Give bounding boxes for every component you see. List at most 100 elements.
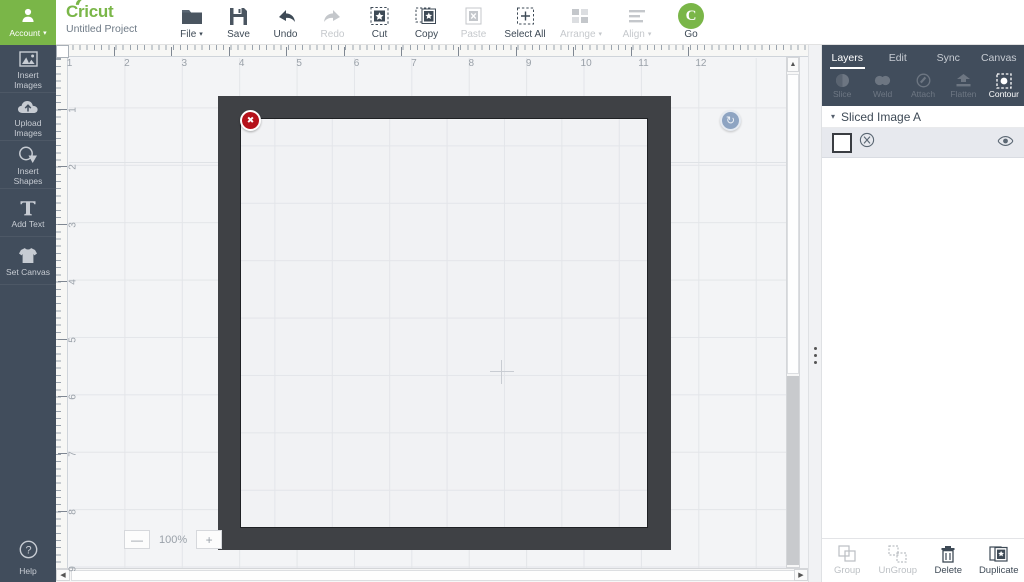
ruler-tick xyxy=(58,338,67,340)
folder-icon xyxy=(181,4,203,28)
ruler-tick xyxy=(458,47,460,56)
layers-list-body xyxy=(822,158,1024,540)
sidebar-item-set-canvas[interactable]: Set Canvas xyxy=(0,237,56,285)
panel-splitter[interactable] xyxy=(808,45,822,582)
rotate-handle[interactable]: ↻ xyxy=(720,110,741,131)
toolbar-buttons: File ▾ Save Undo Redo Cut Copy Paste Sel… xyxy=(168,0,717,44)
zoom-in-button[interactable]: + xyxy=(196,530,223,549)
ruler-tick xyxy=(58,281,67,283)
sidebar-item-insert-images[interactable]: Insert Images xyxy=(0,45,56,93)
copy-icon xyxy=(415,4,438,28)
ruler-tick xyxy=(228,47,230,56)
ruler-tick xyxy=(113,47,115,56)
layer-operations: Slice Weld Attach Flatten Contour xyxy=(822,71,1024,106)
redo-label: Redo xyxy=(320,29,345,40)
ruler-tick xyxy=(58,166,67,168)
duplicate-button[interactable]: Duplicate xyxy=(974,543,1024,576)
help-label: Help xyxy=(19,566,37,576)
trash-icon xyxy=(940,543,956,564)
brand-block: Cricut Untitled Project xyxy=(56,0,168,44)
ungroup-icon xyxy=(888,543,907,564)
ruler-label-v: 9 xyxy=(67,566,79,572)
tshirt-icon xyxy=(18,246,38,266)
scroll-right-arrow[interactable]: ▶ xyxy=(794,569,808,581)
vertical-ruler[interactable] xyxy=(56,57,68,582)
right-panel-tabs: Layers Edit Sync Canvas xyxy=(822,45,1024,71)
canvas-area: ✖ ↻ — 100% + ▲ ▼ ◀ ▶ 1234 xyxy=(56,45,849,582)
vertical-scroll-track[interactable] xyxy=(787,376,799,565)
select-all-label: Select All xyxy=(504,29,546,40)
arrange-label: Arrange ▾ xyxy=(559,29,603,40)
go-button[interactable]: C Go xyxy=(665,3,717,40)
layer-color-swatch[interactable] xyxy=(832,132,852,153)
delete-label: Delete xyxy=(934,565,962,576)
tab-canvas[interactable]: Canvas xyxy=(974,45,1024,71)
sidebar-item-help[interactable]: ? Help xyxy=(0,534,56,582)
tab-layers[interactable]: Layers xyxy=(822,45,873,71)
save-button[interactable]: Save xyxy=(215,4,262,40)
zoom-out-button[interactable]: — xyxy=(124,530,150,549)
ruler-label-h: 5 xyxy=(296,58,302,69)
ruler-label-h: 9 xyxy=(525,58,532,69)
copy-button[interactable]: Copy xyxy=(403,4,450,40)
copy-label: Copy xyxy=(414,29,439,40)
vertical-scroll-thumb[interactable] xyxy=(787,74,799,374)
eye-icon[interactable] xyxy=(997,134,1014,152)
ruler-label-v: 7 xyxy=(67,451,79,458)
sidebar-label: Add Text xyxy=(11,218,45,229)
paste-button: Paste xyxy=(450,4,497,40)
frame-inner-area xyxy=(240,118,648,528)
cut-x-icon[interactable] xyxy=(859,132,875,153)
sidebar-label: Set Canvas xyxy=(6,266,50,277)
scroll-up-arrow[interactable]: ▲ xyxy=(787,57,799,72)
ruler-label-v: 4 xyxy=(67,279,79,285)
flatten-button: Flatten xyxy=(943,72,983,99)
select-all-button[interactable]: Select All xyxy=(497,4,553,40)
tab-edit[interactable]: Edit xyxy=(873,45,924,71)
delete-button[interactable]: Delete xyxy=(923,543,974,576)
cut-button[interactable]: Cut xyxy=(356,4,403,40)
sidebar-label: Insert Shapes xyxy=(13,166,43,186)
ruler-label-v: 5 xyxy=(67,336,79,343)
horizontal-ruler[interactable] xyxy=(56,45,808,57)
layer-row[interactable] xyxy=(822,128,1024,158)
ruler-tick xyxy=(343,47,345,56)
sidebar-item-insert-shapes[interactable]: Insert Shapes xyxy=(0,141,56,189)
ruler-label-h: 4 xyxy=(238,58,245,69)
ruler-label-h: 10 xyxy=(580,58,592,69)
ruler-label-v: 8 xyxy=(67,508,79,515)
contour-button[interactable]: Contour xyxy=(984,72,1024,99)
layer-group-header[interactable]: ▾ Sliced Image A xyxy=(822,106,1024,128)
top-toolbar: Account▾ Cricut Untitled Project File▾ xyxy=(0,0,1024,45)
slice-icon xyxy=(835,72,850,89)
chevron-down-icon[interactable]: ▾ xyxy=(831,112,835,121)
undo-button[interactable]: Undo xyxy=(262,4,309,40)
right-panel-footer: Group UnGroup Delete Duplicate xyxy=(822,538,1024,582)
save-label: Save xyxy=(227,29,250,40)
sidebar-label: Insert Images xyxy=(14,70,42,90)
ruler-label-h: 7 xyxy=(411,58,417,69)
canvas-vertical-scrollbar[interactable]: ▲ ▼ xyxy=(786,57,800,582)
canvas-object-frame[interactable] xyxy=(218,96,671,550)
sidebar-item-upload-images[interactable]: Upload Images xyxy=(0,93,56,141)
canvas-horizontal-scrollbar[interactable]: ◀ ▶ xyxy=(56,568,849,582)
account-menu[interactable]: Account ▾ xyxy=(0,0,56,45)
ruler-tick xyxy=(286,47,288,56)
ruler-tick xyxy=(58,510,67,512)
ruler-corner-box[interactable] xyxy=(56,45,69,58)
horizontal-scroll-thumb[interactable] xyxy=(71,570,849,581)
slice-button: Slice xyxy=(822,72,862,99)
tab-sync[interactable]: Sync xyxy=(923,45,974,71)
right-panel: Layers Edit Sync Canvas Slice Weld Attac… xyxy=(822,45,1024,582)
arrange-icon xyxy=(570,4,592,28)
cricut-go-icon: C xyxy=(678,3,704,29)
sidebar-label: Upload Images xyxy=(14,118,42,138)
file-button[interactable]: File ▾ xyxy=(168,4,215,40)
go-label: Go xyxy=(684,29,698,40)
sidebar-item-add-text[interactable]: Add Text xyxy=(0,189,56,237)
image-icon xyxy=(18,49,38,69)
ungroup-label: UnGroup xyxy=(878,565,918,576)
ruler-label-h: 2 xyxy=(124,58,130,69)
delete-handle[interactable]: ✖ xyxy=(240,110,261,131)
canvas-grid[interactable] xyxy=(69,58,797,569)
